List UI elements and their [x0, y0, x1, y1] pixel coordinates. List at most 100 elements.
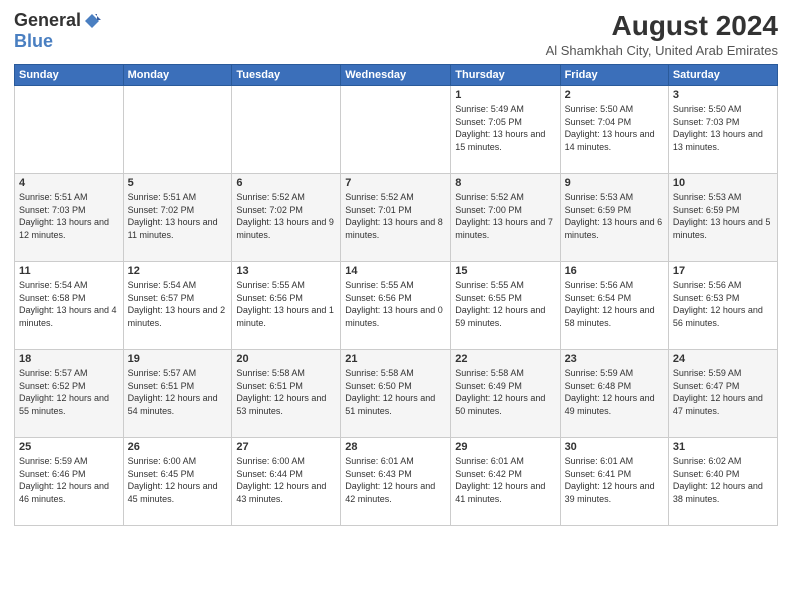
- day-info: Sunrise: 6:00 AM Sunset: 6:44 PM Dayligh…: [236, 455, 336, 505]
- table-row: 10 Sunrise: 5:53 AM Sunset: 6:59 PM Dayli…: [668, 174, 777, 262]
- day-number: 31: [673, 441, 773, 453]
- day-info: Sunrise: 6:01 AM Sunset: 6:41 PM Dayligh…: [565, 455, 664, 505]
- day-info: Sunrise: 6:01 AM Sunset: 6:42 PM Dayligh…: [455, 455, 555, 505]
- table-row: 8 Sunrise: 5:52 AM Sunset: 7:00 PM Daylig…: [451, 174, 560, 262]
- logo-icon: [83, 12, 101, 30]
- day-info: Sunrise: 5:52 AM Sunset: 7:01 PM Dayligh…: [345, 191, 446, 241]
- table-row: 31 Sunrise: 6:02 AM Sunset: 6:40 PM Dayli…: [668, 438, 777, 526]
- table-row: 5 Sunrise: 5:51 AM Sunset: 7:02 PM Daylig…: [123, 174, 232, 262]
- table-row: 14Sunrise: 5:55 AM Sunset: 6:56 PM Dayli…: [341, 262, 451, 350]
- logo-blue-text: Blue: [14, 31, 53, 52]
- table-row: 19 Sunrise: 5:57 AM Sunset: 6:51 PM Dayli…: [123, 350, 232, 438]
- day-number: 12: [128, 265, 228, 277]
- page: General Blue August 2024 Al Shamkhah Cit…: [0, 0, 792, 612]
- table-row: [341, 86, 451, 174]
- table-row: 3 Sunrise: 5:50 AM Sunset: 7:03 PM Daylig…: [668, 86, 777, 174]
- day-info: Sunrise: 5:54 AM Sunset: 6:57 PM Dayligh…: [128, 279, 228, 329]
- title-block: August 2024 Al Shamkhah City, United Ara…: [546, 10, 778, 58]
- day-number: 17: [673, 265, 773, 277]
- day-info: Sunrise: 5:57 AM Sunset: 6:52 PM Dayligh…: [19, 367, 119, 417]
- table-row: 25 Sunrise: 5:59 AM Sunset: 6:46 PM Dayli…: [15, 438, 124, 526]
- col-wednesday: Wednesday: [341, 65, 451, 86]
- day-number: 25: [19, 441, 119, 453]
- day-number: 18: [19, 353, 119, 365]
- logo-general-text: General: [14, 10, 81, 31]
- day-number: 15: [455, 265, 555, 277]
- day-info: Sunrise: 5:51 AM Sunset: 7:02 PM Dayligh…: [128, 191, 228, 241]
- day-info: Sunrise: 5:56 AM Sunset: 6:53 PM Dayligh…: [673, 279, 773, 329]
- day-info: Sunrise: 5:52 AM Sunset: 7:00 PM Dayligh…: [455, 191, 555, 241]
- table-row: 17 Sunrise: 5:56 AM Sunset: 6:53 PM Dayli…: [668, 262, 777, 350]
- week-row-2: 11 Sunrise: 5:54 AM Sunset: 6:58 PM Dayli…: [15, 262, 778, 350]
- col-sunday: Sunday: [15, 65, 124, 86]
- table-row: 21 Sunrise: 5:58 AM Sunset: 6:50 PM Dayli…: [341, 350, 451, 438]
- calendar-table: Sunday Monday Tuesday Wednesday Thursday…: [14, 64, 778, 526]
- table-row: 30 Sunrise: 6:01 AM Sunset: 6:41 PM Dayli…: [560, 438, 668, 526]
- day-info: Sunrise: 5:58 AM Sunset: 6:49 PM Dayligh…: [455, 367, 555, 417]
- day-number: 19: [128, 353, 228, 365]
- day-info: Sunrise: 5:59 AM Sunset: 6:47 PM Dayligh…: [673, 367, 773, 417]
- day-number: 6: [236, 177, 336, 189]
- day-number: 10: [673, 177, 773, 189]
- day-info: Sunrise: 5:49 AM Sunset: 7:05 PM Dayligh…: [455, 103, 555, 153]
- col-monday: Monday: [123, 65, 232, 86]
- col-friday: Friday: [560, 65, 668, 86]
- table-row: 2Sunrise: 5:50 AM Sunset: 7:04 PM Daylig…: [560, 86, 668, 174]
- day-info: Sunrise: 5:55 AM Sunset: 6:56 PM Dayligh…: [236, 279, 336, 329]
- table-row: [15, 86, 124, 174]
- week-row-0: 1 Sunrise: 5:49 AM Sunset: 7:05 PM Daylig…: [15, 86, 778, 174]
- table-row: 1 Sunrise: 5:49 AM Sunset: 7:05 PM Daylig…: [451, 86, 560, 174]
- day-number: 5: [128, 177, 228, 189]
- table-row: 20Sunrise: 5:58 AM Sunset: 6:51 PM Dayli…: [232, 350, 341, 438]
- day-number: 13: [236, 265, 336, 277]
- day-number: 7: [345, 177, 446, 189]
- day-info: Sunrise: 5:58 AM Sunset: 6:50 PM Dayligh…: [345, 367, 446, 417]
- day-number: 27: [236, 441, 336, 453]
- table-row: 4Sunrise: 5:51 AM Sunset: 7:03 PM Daylig…: [15, 174, 124, 262]
- table-row: 9Sunrise: 5:53 AM Sunset: 6:59 PM Daylig…: [560, 174, 668, 262]
- col-tuesday: Tuesday: [232, 65, 341, 86]
- day-number: 1: [455, 89, 555, 101]
- day-info: Sunrise: 5:53 AM Sunset: 6:59 PM Dayligh…: [565, 191, 664, 241]
- table-row: 29 Sunrise: 6:01 AM Sunset: 6:42 PM Dayli…: [451, 438, 560, 526]
- table-row: [123, 86, 232, 174]
- day-info: Sunrise: 5:58 AM Sunset: 6:51 PM Dayligh…: [236, 367, 336, 417]
- subtitle: Al Shamkhah City, United Arab Emirates: [546, 43, 778, 58]
- day-number: 24: [673, 353, 773, 365]
- day-info: Sunrise: 5:52 AM Sunset: 7:02 PM Dayligh…: [236, 191, 336, 241]
- day-number: 3: [673, 89, 773, 101]
- table-row: 24 Sunrise: 5:59 AM Sunset: 6:47 PM Dayli…: [668, 350, 777, 438]
- day-number: 11: [19, 265, 119, 277]
- table-row: 12 Sunrise: 5:54 AM Sunset: 6:57 PM Dayli…: [123, 262, 232, 350]
- day-info: Sunrise: 5:54 AM Sunset: 6:58 PM Dayligh…: [19, 279, 119, 329]
- main-title: August 2024: [546, 10, 778, 42]
- day-info: Sunrise: 5:53 AM Sunset: 6:59 PM Dayligh…: [673, 191, 773, 241]
- calendar-header-row: Sunday Monday Tuesday Wednesday Thursday…: [15, 65, 778, 86]
- day-number: 8: [455, 177, 555, 189]
- table-row: 26 Sunrise: 6:00 AM Sunset: 6:45 PM Dayli…: [123, 438, 232, 526]
- col-saturday: Saturday: [668, 65, 777, 86]
- day-number: 26: [128, 441, 228, 453]
- day-info: Sunrise: 6:02 AM Sunset: 6:40 PM Dayligh…: [673, 455, 773, 505]
- week-row-4: 25 Sunrise: 5:59 AM Sunset: 6:46 PM Dayli…: [15, 438, 778, 526]
- day-number: 29: [455, 441, 555, 453]
- week-row-1: 4Sunrise: 5:51 AM Sunset: 7:03 PM Daylig…: [15, 174, 778, 262]
- table-row: 13 Sunrise: 5:55 AM Sunset: 6:56 PM Dayli…: [232, 262, 341, 350]
- table-row: [232, 86, 341, 174]
- day-number: 21: [345, 353, 446, 365]
- day-number: 30: [565, 441, 664, 453]
- day-number: 28: [345, 441, 446, 453]
- day-info: Sunrise: 5:57 AM Sunset: 6:51 PM Dayligh…: [128, 367, 228, 417]
- day-info: Sunrise: 5:50 AM Sunset: 7:04 PM Dayligh…: [565, 103, 664, 153]
- day-number: 14: [345, 265, 446, 277]
- day-info: Sunrise: 5:59 AM Sunset: 6:46 PM Dayligh…: [19, 455, 119, 505]
- day-info: Sunrise: 5:55 AM Sunset: 6:55 PM Dayligh…: [455, 279, 555, 329]
- day-number: 4: [19, 177, 119, 189]
- day-info: Sunrise: 6:00 AM Sunset: 6:45 PM Dayligh…: [128, 455, 228, 505]
- day-number: 16: [565, 265, 664, 277]
- day-info: Sunrise: 5:50 AM Sunset: 7:03 PM Dayligh…: [673, 103, 773, 153]
- day-info: Sunrise: 6:01 AM Sunset: 6:43 PM Dayligh…: [345, 455, 446, 505]
- day-number: 22: [455, 353, 555, 365]
- header: General Blue August 2024 Al Shamkhah Cit…: [14, 10, 778, 58]
- logo: General Blue: [14, 10, 101, 52]
